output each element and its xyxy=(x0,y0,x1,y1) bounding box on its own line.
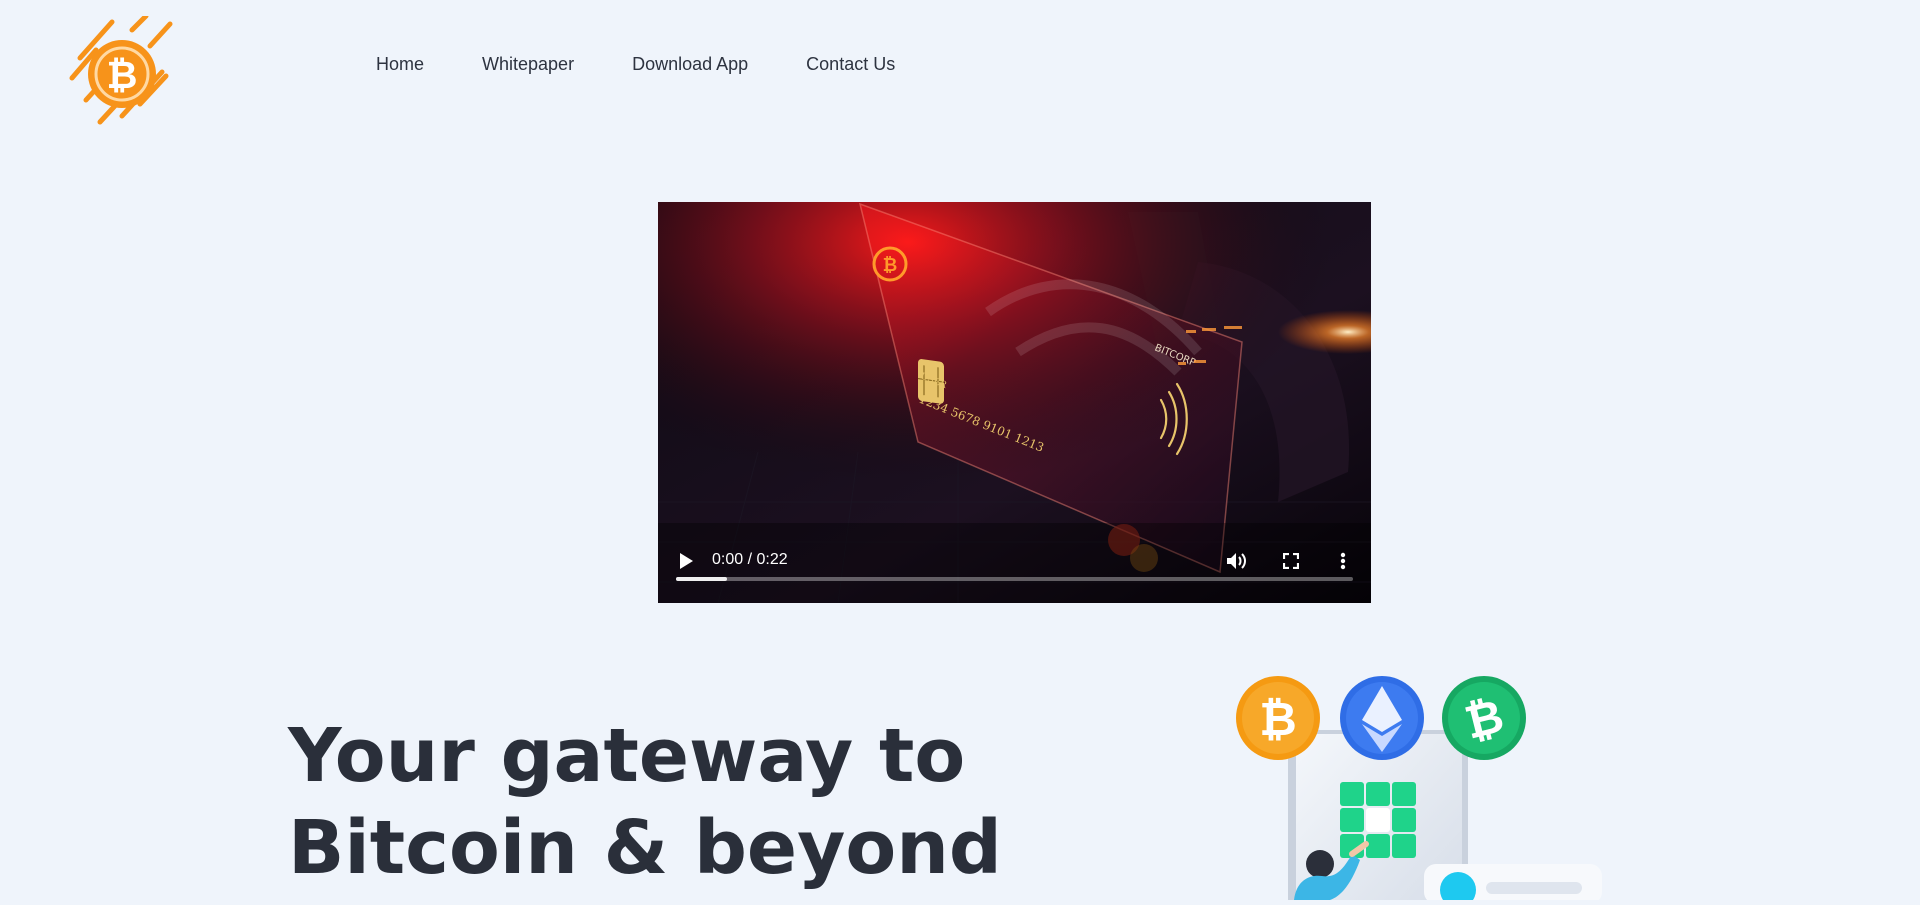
nav-link-download-app[interactable]: Download App xyxy=(632,52,748,76)
crypto-illustration: ₿ ₿ xyxy=(1230,668,1610,905)
more-options-icon[interactable] xyxy=(1331,549,1355,573)
bitcoin-cash-coin-icon: ₿ xyxy=(1442,676,1526,760)
promo-video-player[interactable]: ₿ USER 1234 5678 9101 1213 BITCORP 0:00 … xyxy=(658,202,1371,603)
play-icon[interactable] xyxy=(674,549,698,573)
nav-link-whitepaper[interactable]: Whitepaper xyxy=(482,52,574,76)
svg-text:₿: ₿ xyxy=(883,255,898,276)
bitcoin-coin-icon: ₿ xyxy=(1236,676,1320,760)
nav-link-home[interactable]: Home xyxy=(376,52,424,76)
video-controls: 0:00 / 0:22 xyxy=(658,523,1371,603)
main-nav: Home Whitepaper Download App Contact Us xyxy=(376,52,953,76)
video-progress-fill xyxy=(676,577,727,581)
volume-icon[interactable] xyxy=(1225,549,1249,573)
bitcoin-logo-icon[interactable]: ₿ xyxy=(66,13,174,128)
video-progress-bar[interactable] xyxy=(676,577,1353,581)
hero-title: Your gateway to Bitcoin & beyond xyxy=(288,710,1002,894)
site-header: ₿ Home Whitepaper Download App Contact U… xyxy=(0,0,1920,130)
video-time: 0:00 / 0:22 xyxy=(712,551,788,568)
hero-title-line-1: Your gateway to xyxy=(288,713,966,799)
svg-text:₿: ₿ xyxy=(107,53,138,97)
nav-link-contact-us[interactable]: Contact Us xyxy=(806,52,895,76)
hero-title-line-2: Bitcoin & beyond xyxy=(288,805,1002,891)
ethereum-coin-icon xyxy=(1340,676,1424,760)
svg-text:₿: ₿ xyxy=(1259,692,1297,746)
fullscreen-icon[interactable] xyxy=(1279,549,1303,573)
